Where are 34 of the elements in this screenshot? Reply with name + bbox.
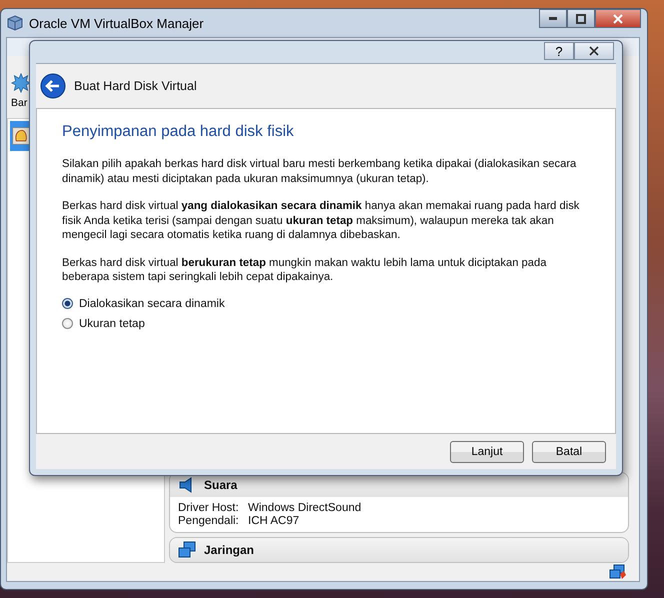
back-button[interactable]	[40, 73, 66, 99]
close-icon	[589, 46, 599, 56]
maximize-button[interactable]	[567, 9, 595, 28]
description-text: Berkas hard disk virtual berukuran tetap mungkin makan waktu lebih lama untuk diciptakan pada beberapa sistem tapi seringkali lebih cepat dipakainya.	[62, 256, 548, 284]
close-icon	[613, 14, 623, 24]
cube-icon	[7, 15, 23, 31]
dialog-title: Buat Hard Disk Virtual	[74, 79, 197, 93]
minimize-button[interactable]	[539, 9, 567, 28]
dialog-button[interactable]: Lanjut	[450, 440, 524, 462]
network-icon	[178, 541, 196, 559]
dialog-button[interactable]: Batal	[532, 440, 606, 462]
starburst-icon	[11, 73, 31, 93]
section-title: Jaringan	[204, 543, 254, 557]
radio-button[interactable]	[62, 298, 73, 309]
detail-label: Pengendali:	[178, 515, 240, 528]
maximize-icon	[576, 14, 586, 24]
detail-value: Windows DirectSound	[248, 502, 362, 515]
minimize-icon	[549, 17, 557, 20]
close-button[interactable]	[574, 42, 614, 60]
close-button[interactable]	[595, 9, 641, 28]
network-status-icon	[609, 564, 627, 580]
vm-icon	[12, 127, 30, 145]
page-heading: Penyimpanan pada hard disk fisik	[62, 123, 295, 141]
toolbar-button[interactable]: Bar	[9, 73, 31, 109]
radio-option[interactable]: Ukuran tetap	[62, 318, 595, 330]
detail-value: ICH AC97	[248, 515, 300, 528]
radio-option[interactable]: Dialokasikan secara dinamik	[62, 298, 595, 310]
description-text: Berkas hard disk virtual yang dialokasikan secara dinamik hanya akan memakai ruang pada hard disk fisik Anda ketika terisi (sampai dengan suatu ukuran tetap maksimum), walaupun mereka tak akan mengecil lagi secara otomatis ketika ruang di dalamnya dibebaskan.	[62, 199, 580, 242]
detail-label: Driver Host:	[178, 502, 240, 515]
description-text: Silakan pilih apakah berkas hard disk virtual baru mesti berkembang ketika dipakai (dialokasikan secara dinamik) atau mesti diciptakan pada ukuran maksimumnya (ukuran tetap).	[62, 157, 578, 186]
radio-button[interactable]	[62, 318, 73, 329]
window-title: Oracle VM VirtualBox Manajer	[29, 16, 204, 30]
section-title: Suara	[204, 478, 238, 492]
help-button[interactable]: ?	[544, 42, 574, 60]
